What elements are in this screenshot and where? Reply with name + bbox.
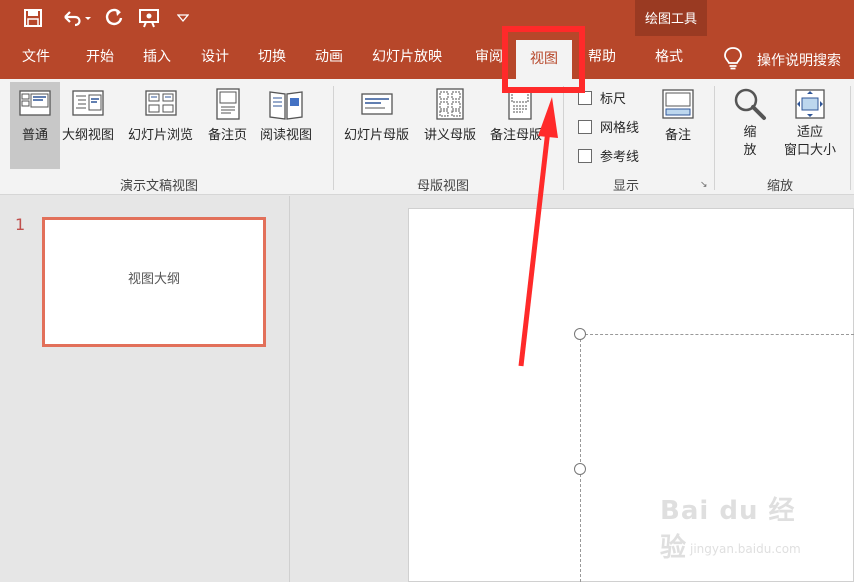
undo-icon[interactable] [58,6,94,30]
outline-view-label: 大纲视图 [62,128,115,143]
normal-view-icon [19,90,51,116]
present-icon[interactable] [136,6,162,30]
zoom-label-line2: 放 [743,143,757,158]
slide-number: 1 [15,215,26,234]
tab-animations[interactable]: 动画 [315,46,343,66]
tab-slideshow[interactable]: 幻灯片放映 [372,46,442,66]
ribbon-separator [563,86,564,190]
slide-master-button[interactable]: 幻灯片母版 [344,86,409,144]
slide-master-label: 幻灯片母版 [344,128,410,143]
notes-page-icon [215,88,240,120]
tab-format[interactable]: 格式 [655,46,683,66]
ruler-checkbox[interactable]: 标尺 [578,88,626,107]
lightbulb-icon [722,46,744,70]
ribbon-separator [850,86,851,190]
notes-label: 备注 [664,128,691,143]
handout-master-label: 讲义母版 [424,128,477,143]
tab-design[interactable]: 设计 [201,46,229,66]
slide-thumbnail-text: 视图大纲 [127,272,180,287]
fit-label-line1: 适应 [796,125,823,140]
redo-icon[interactable] [102,6,126,30]
reading-view-icon [269,91,303,120]
customize-qat-icon[interactable] [174,6,192,30]
resize-handle[interactable] [574,328,586,340]
tab-review[interactable]: 审阅 [475,46,503,66]
gridlines-checkbox-label: 网格线 [600,121,640,136]
title-bar [0,0,854,36]
fit-window-icon [795,89,825,119]
guides-checkbox-box[interactable] [578,148,592,163]
save-icon[interactable] [22,6,44,30]
magnifier-icon [734,88,766,120]
gridlines-checkbox[interactable]: 网格线 [578,117,639,136]
fit-label-line2: 窗口大小 [783,143,836,158]
zoom-label-line1: 缩 [743,125,757,140]
notes-icon [662,89,694,119]
normal-view-button[interactable]: 普通 [10,82,60,169]
outline-view-icon [72,90,104,116]
dialog-launcher-icon[interactable]: ↘ [700,180,708,190]
resize-handle[interactable] [574,463,586,475]
ruler-checkbox-label: 标尺 [600,92,627,107]
group-label-show: 显示 [613,179,640,194]
notes-button[interactable]: 备注 [660,86,696,144]
outline-view-button[interactable]: 大纲视图 [62,86,114,144]
group-label-master-views: 母版视图 [417,179,470,194]
notes-page-button[interactable]: 备注页 [208,86,247,144]
tab-file[interactable]: 文件 [22,46,50,66]
tell-me-search[interactable]: 操作说明搜索 [757,50,841,70]
slide-sorter-button[interactable]: 幻灯片浏览 [128,86,193,144]
slide-sorter-icon [144,90,177,116]
context-tool-label: 绘图工具 [644,12,697,27]
handout-master-icon [436,88,464,120]
reading-view-label: 阅读视图 [260,128,313,143]
annotation-highlight-box [502,26,585,93]
tab-insert[interactable]: 插入 [143,46,171,66]
group-label-zoom: 缩放 [767,179,794,194]
normal-view-label: 普通 [21,128,48,143]
watermark: Bai du 经验 jingyan.baidu.com [650,480,820,570]
zoom-button[interactable]: 缩 放 [732,86,768,159]
ribbon-separator [333,86,334,190]
slide-master-icon [360,93,393,115]
gridlines-checkbox-box[interactable] [578,119,592,134]
fit-to-window-button[interactable]: 适应 窗口大小 [778,86,842,159]
slide-sorter-label: 幻灯片浏览 [128,128,194,143]
notes-master-button[interactable]: 备注母版 [490,86,550,144]
ribbon-separator [714,86,715,190]
guides-checkbox-label: 参考线 [600,150,640,165]
reading-view-button[interactable]: 阅读视图 [260,86,312,144]
watermark-url: jingyan.baidu.com [690,542,801,556]
guides-checkbox[interactable]: 参考线 [578,146,639,165]
slide-thumbnail[interactable]: 视图大纲 [42,217,266,347]
tab-help[interactable]: 帮助 [588,46,616,66]
tab-transitions[interactable]: 切换 [258,46,286,66]
notes-page-label: 备注页 [208,128,248,143]
group-label-presentation-views: 演示文稿视图 [120,179,199,194]
notes-master-label: 备注母版 [490,128,543,143]
handout-master-button[interactable]: 讲义母版 [424,86,476,144]
tab-home[interactable]: 开始 [86,46,114,66]
